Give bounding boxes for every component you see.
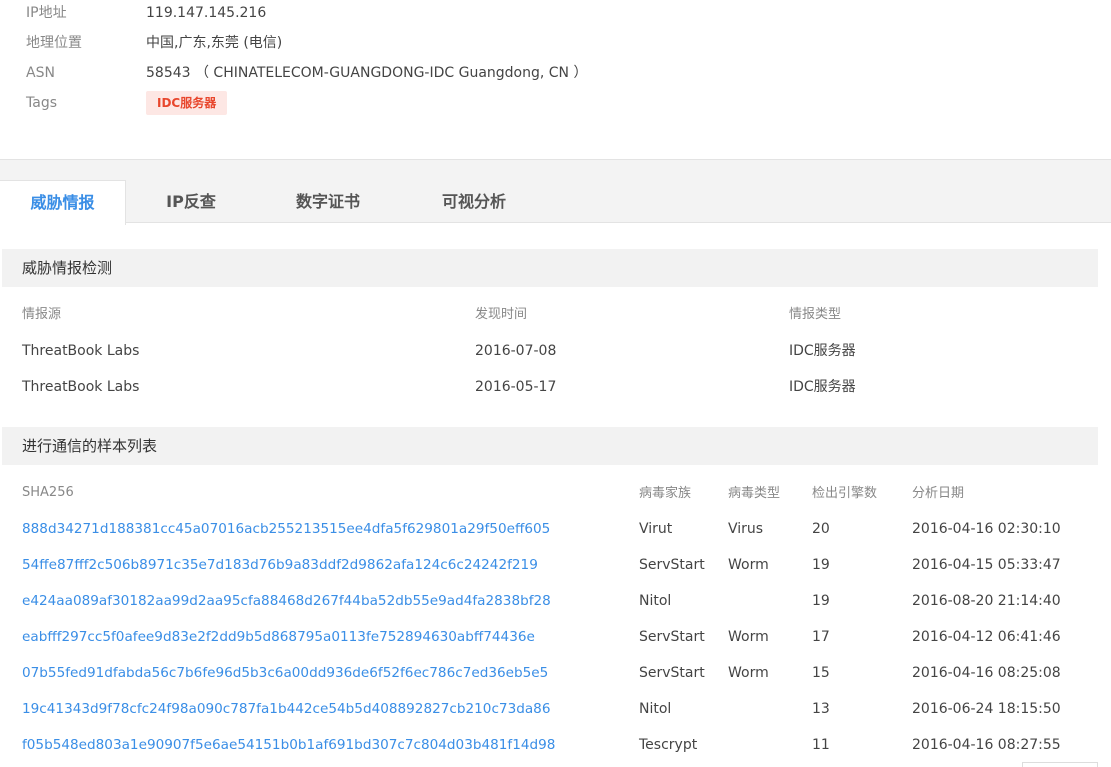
intel-source: ThreatBook Labs xyxy=(22,343,140,359)
geo-value: 中国,广东,东莞 (电信) xyxy=(146,35,283,51)
sample-sha256-link[interactable]: 19c41343d9f78cfc24f98a090c787fa1b442ce54… xyxy=(22,699,550,719)
intel-section-title: 威胁情报检测 xyxy=(2,249,1098,287)
tab-ip-reverse[interactable]: IP反查 xyxy=(126,180,256,224)
sample-engines: 19 xyxy=(812,557,830,573)
ip-label: IP地址 xyxy=(26,5,67,21)
sample-engines: 19 xyxy=(812,593,830,609)
sample-vtype: Worm xyxy=(728,557,769,573)
sample-sha256-link[interactable]: 888d34271d188381cc45a07016acb255213515ee… xyxy=(22,519,550,539)
intel-col-time: 发现时间 xyxy=(475,307,528,322)
sample-engines: 11 xyxy=(812,737,830,753)
samples-col-sha256: SHA256 xyxy=(22,485,74,500)
intel-time: 2016-05-17 xyxy=(475,379,557,395)
sample-sha256-link[interactable]: eabfff297cc5f0afee9d83e2f2dd9b5d868795a0… xyxy=(22,627,535,647)
samples-col-engines: 检出引擎数 xyxy=(812,486,878,501)
sample-family: Virut xyxy=(639,521,673,537)
tags-label: Tags xyxy=(26,95,57,111)
sample-engines: 13 xyxy=(812,701,830,717)
sample-date: 2016-06-24 18:15:50 xyxy=(912,701,1061,717)
asn-label: ASN xyxy=(26,65,55,81)
samples-col-vtype: 病毒类型 xyxy=(728,486,781,501)
sample-date: 2016-08-20 21:14:40 xyxy=(912,593,1061,609)
sample-engines: 17 xyxy=(812,629,830,645)
sample-family: ServStart xyxy=(639,665,705,681)
sample-date: 2016-04-16 02:30:10 xyxy=(912,521,1061,537)
sample-engines: 20 xyxy=(812,521,830,537)
sample-sha256-link[interactable]: 54ffe87fff2c506b8971c35e7d183d76b9a83ddf… xyxy=(22,555,538,575)
sample-family: ServStart xyxy=(639,629,705,645)
sample-date: 2016-04-12 06:41:46 xyxy=(912,629,1061,645)
pagination-button-edge[interactable] xyxy=(1022,762,1098,767)
ip-info-panel: IP地址 119.147.145.216 地理位置 中国,广东,东莞 (电信) … xyxy=(0,0,1111,160)
sample-vtype: Worm xyxy=(728,629,769,645)
sample-family: Nitol xyxy=(639,701,672,717)
sample-family: ServStart xyxy=(639,557,705,573)
ip-value: 119.147.145.216 xyxy=(146,5,267,21)
sample-date: 2016-04-16 08:27:55 xyxy=(912,737,1061,753)
intel-source: ThreatBook Labs xyxy=(22,379,140,395)
sample-date: 2016-04-15 05:33:47 xyxy=(912,557,1061,573)
idc-server-tag[interactable]: IDC服务器 xyxy=(146,91,228,115)
sample-family: Nitol xyxy=(639,593,672,609)
intel-col-type: 情报类型 xyxy=(789,307,842,322)
intel-type: IDC服务器 xyxy=(789,379,856,395)
sample-sha256-link[interactable]: e424aa089af30182aa99d2aa95cfa88468d267f4… xyxy=(22,591,551,611)
sample-vtype: Worm xyxy=(728,665,769,681)
samples-col-family: 病毒家族 xyxy=(639,486,692,501)
samples-section-title: 进行通信的样本列表 xyxy=(2,427,1098,465)
tab-certificates[interactable]: 数字证书 xyxy=(262,180,394,224)
sample-sha256-link[interactable]: f05b548ed803a1e90907f5e6ae54151b0b1af691… xyxy=(22,735,555,755)
sample-sha256-link[interactable]: 07b55fed91dfabda56c7b6fe96d5b3c6a00dd936… xyxy=(22,663,548,683)
samples-col-date: 分析日期 xyxy=(912,486,965,501)
intel-time: 2016-07-08 xyxy=(475,343,557,359)
sample-family: Tescrypt xyxy=(639,737,698,753)
sample-date: 2016-04-16 08:25:08 xyxy=(912,665,1061,681)
intel-type: IDC服务器 xyxy=(789,343,856,359)
sample-vtype: Virus xyxy=(728,521,764,537)
sample-engines: 15 xyxy=(812,665,830,681)
intel-col-source: 情报源 xyxy=(22,307,62,322)
tab-bar: 威胁情报 IP反查 数字证书 可视分析 xyxy=(0,159,1111,225)
geo-label: 地理位置 xyxy=(26,35,82,51)
asn-value: 58543 （ CHINATELECOM-GUANGDONG-IDC Guang… xyxy=(146,65,588,81)
tab-threat-intel[interactable]: 威胁情报 xyxy=(0,180,126,225)
tab-visual-analysis[interactable]: 可视分析 xyxy=(408,180,540,224)
